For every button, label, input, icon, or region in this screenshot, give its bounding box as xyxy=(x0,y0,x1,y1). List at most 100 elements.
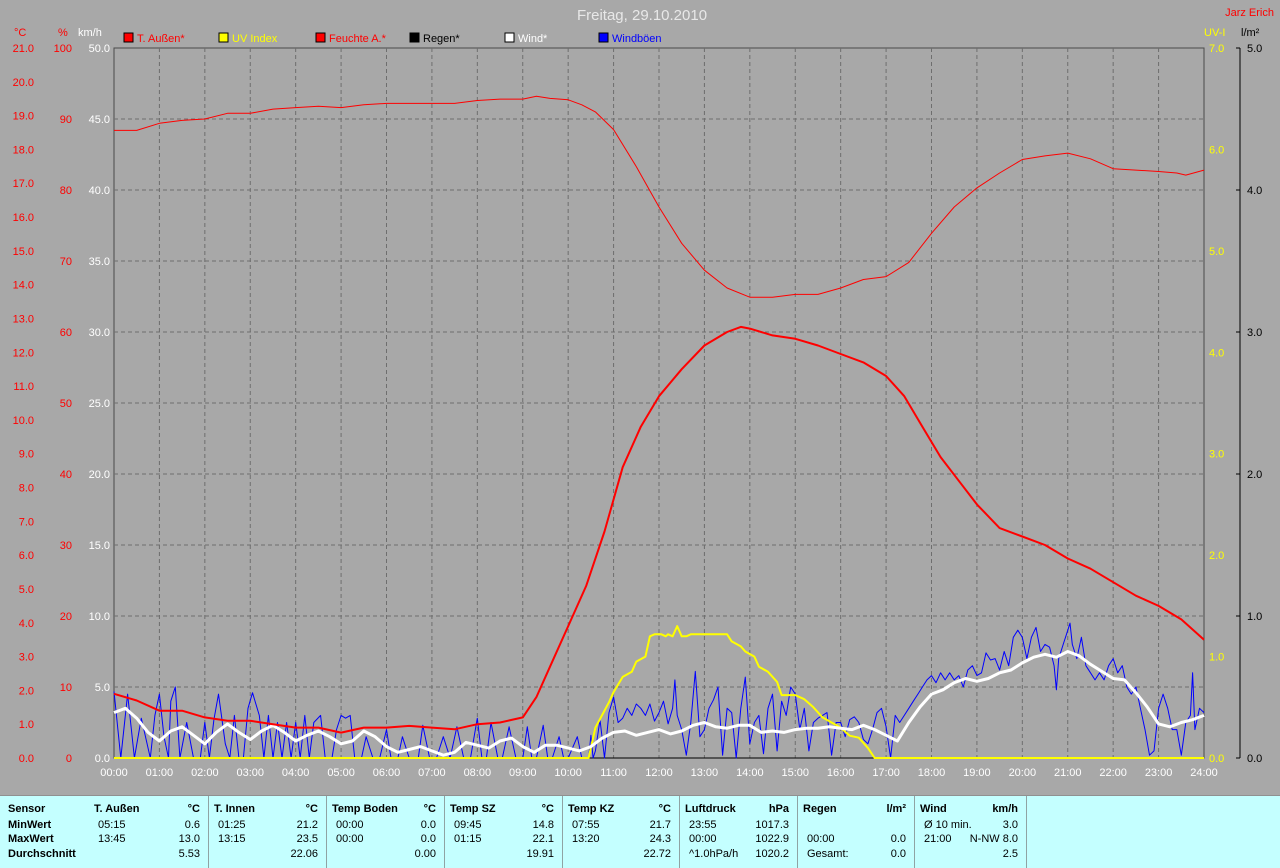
humidity-tick-label: 100 xyxy=(54,43,72,55)
rain-tick-label: 2.0 xyxy=(1247,469,1262,481)
summary-col-unit: °C xyxy=(541,803,554,815)
summary-time: 07:55 xyxy=(572,819,600,831)
summary-value: 1020.2 xyxy=(755,848,789,860)
wind-tick-label: 0.0 xyxy=(95,753,110,765)
weather-chart: 00:00 01:00 02:00 03:00 04:00 05:00 06:00 07:00… xyxy=(0,0,1280,795)
wind-tick-label: 35.0 xyxy=(89,256,110,268)
summary-col-name: Temp Boden xyxy=(332,803,398,815)
temp-tick-label: 6.0 xyxy=(19,550,34,562)
summary-time: 13:20 xyxy=(572,833,600,845)
legend-label: Wind* xyxy=(518,33,548,45)
legend-label: T. Außen* xyxy=(137,33,185,45)
temp-tick-label: 16.0 xyxy=(13,212,34,224)
wind-tick-label: 15.0 xyxy=(89,540,110,552)
humidity-tick-label: 30 xyxy=(60,540,72,552)
x-tick-label: 00:00 xyxy=(100,767,128,779)
uv-tick-label: 6.0 xyxy=(1209,144,1224,156)
x-tick-label: 23:00 xyxy=(1145,767,1173,779)
summary-column: Wind km/h Ø 10 min. 3.0 21:00 N-NW 8.0 2.5 xyxy=(914,796,1027,868)
summary-row-label: MaxWert xyxy=(8,833,54,845)
summary-col-unit: km/h xyxy=(992,803,1018,815)
summary-col-name: Temp KZ xyxy=(568,803,615,815)
x-tick-label: 06:00 xyxy=(373,767,401,779)
temp-tick-label: 14.0 xyxy=(13,280,34,292)
x-tick-label: 13:00 xyxy=(691,767,719,779)
humidity-tick-label: 10 xyxy=(60,682,72,694)
uv-tick-label: 5.0 xyxy=(1209,246,1224,258)
temp-tick-label: 15.0 xyxy=(13,246,34,258)
x-tick-label: 10:00 xyxy=(554,767,582,779)
summary-value: 24.3 xyxy=(649,833,671,845)
summary-time: 13:45 xyxy=(98,833,126,845)
temp-tick-label: 11.0 xyxy=(13,381,34,393)
rain-tick-label: 1.0 xyxy=(1247,611,1262,623)
legend-swatch xyxy=(504,32,515,43)
temp-tick-label: 9.0 xyxy=(19,449,34,461)
summary-time: 00:00 xyxy=(689,833,717,845)
legend-label: Feuchte A.* xyxy=(329,33,387,45)
summary-value: 21.2 xyxy=(296,819,318,831)
x-tick-label: 01:00 xyxy=(146,767,174,779)
x-tick-label: 19:00 xyxy=(963,767,991,779)
summary-value: 22.06 xyxy=(290,848,318,860)
summary-col-unit: l/m² xyxy=(886,803,906,815)
humidity-tick-label: 60 xyxy=(60,327,72,339)
legend-label: Windböen xyxy=(612,33,662,45)
wind-unit-label: km/h xyxy=(78,27,102,39)
temp-tick-label: 8.0 xyxy=(19,483,34,495)
author-label: Jarz Erich xyxy=(1225,7,1274,19)
summary-col-unit: °C xyxy=(187,803,200,815)
x-tick-label: 18:00 xyxy=(918,767,946,779)
summary-value: 0.0 xyxy=(890,833,906,845)
summary-row-label: Durchschnitt xyxy=(8,848,76,860)
legend-swatch xyxy=(315,32,326,43)
rain-tick-label: 3.0 xyxy=(1247,327,1262,339)
temp-tick-label: 20.0 xyxy=(13,77,34,89)
uv-tick-label: 0.0 xyxy=(1209,753,1224,765)
summary-col-name: Regen xyxy=(803,803,837,815)
temp-tick-label: 18.0 xyxy=(13,144,34,156)
uv-tick-label: 7.0 xyxy=(1209,43,1224,55)
summary-time: 21:00 xyxy=(924,833,952,845)
summary-col-name: Temp SZ xyxy=(450,803,496,815)
summary-value: 1017.3 xyxy=(755,819,789,831)
humidity-tick-label: 70 xyxy=(60,256,72,268)
x-tick-label: 14:00 xyxy=(736,767,764,779)
humidity-tick-label: 90 xyxy=(60,114,72,126)
x-tick-label: 22:00 xyxy=(1099,767,1127,779)
wind-tick-label: 20.0 xyxy=(89,469,110,481)
temp-tick-label: 10.0 xyxy=(13,415,34,427)
summary-col-unit: hPa xyxy=(768,803,789,815)
summary-value: 13.0 xyxy=(178,833,200,845)
temp-tick-label: 2.0 xyxy=(19,685,34,697)
rain-unit-label: l/m² xyxy=(1241,27,1260,39)
summary-time: 00:00 xyxy=(336,819,364,831)
x-tick-label: 02:00 xyxy=(191,767,219,779)
humidity-tick-label: 50 xyxy=(60,398,72,410)
summary-time: Gesamt: xyxy=(807,848,849,860)
summary-value: N-NW 8.0 xyxy=(969,833,1018,845)
temp-tick-label: 5.0 xyxy=(19,584,34,596)
summary-time: 00:00 xyxy=(336,833,364,845)
x-tick-label: 20:00 xyxy=(1009,767,1037,779)
legend-swatch xyxy=(123,32,134,43)
summary-value: 0.6 xyxy=(184,819,200,831)
x-tick-label: 07:00 xyxy=(418,767,446,779)
humidity-unit-label: % xyxy=(58,27,68,39)
summary-col-unit: °C xyxy=(658,803,671,815)
uv-tick-label: 3.0 xyxy=(1209,449,1224,461)
x-tick-label: 16:00 xyxy=(827,767,855,779)
legend-swatch xyxy=(409,32,420,43)
uv-unit-label: UV-I xyxy=(1204,27,1225,39)
summary-row-label: MinWert xyxy=(8,819,52,831)
summary-time: 09:45 xyxy=(454,819,482,831)
humidity-tick-label: 40 xyxy=(60,469,72,481)
wind-tick-label: 5.0 xyxy=(95,682,110,694)
wind-tick-label: 45.0 xyxy=(89,114,110,126)
summary-row-label: Sensor xyxy=(8,803,46,815)
wind-tick-label: 50.0 xyxy=(89,43,110,55)
rain-tick-label: 0.0 xyxy=(1247,753,1262,765)
summary-column: T. Außen °C 05:15 0.6 13:45 13.0 5.53 xyxy=(88,796,209,868)
x-tick-label: 11:00 xyxy=(600,767,627,779)
summary-value: 0.00 xyxy=(414,848,436,860)
